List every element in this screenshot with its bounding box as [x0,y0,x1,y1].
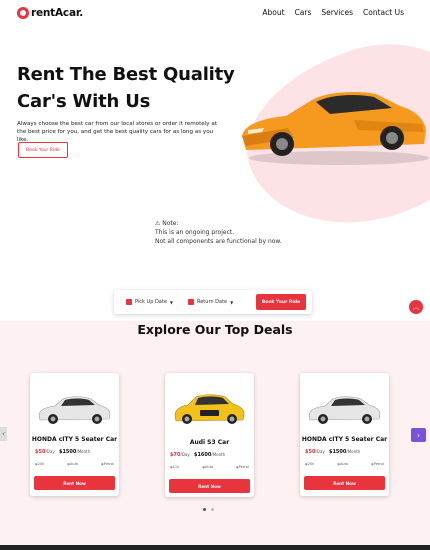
carousel-next-button[interactable]: › [411,428,426,442]
logo[interactable]: rentAcar. [17,7,83,19]
fuel-type: Petrol [236,465,249,469]
hero-car-image [242,92,429,165]
car-image [308,396,381,424]
car-specs: 20k Auto Petrol [305,462,384,466]
hero-title-line1: Rent The Best Quality [17,64,235,85]
caret-down-icon: ▼ [169,299,173,305]
calendar-icon [126,299,132,305]
car-price: $70/Day $1600/Month [170,452,226,458]
rent-now-button[interactable]: Rent Now [34,476,115,490]
nav-item-cars[interactable]: Cars [295,8,312,17]
car-image [38,396,111,424]
nav-item-services[interactable]: Services [321,8,353,17]
transmission: Auto [67,462,78,466]
note-line2: Not all components are functional by now… [155,238,282,245]
fuel-type: Petrol [101,462,114,466]
return-date-label: Return Date [196,299,228,305]
transmission: Auto [337,462,348,466]
pickup-date-dropdown[interactable]: Pick Up Date ▼ [126,299,173,305]
hero-title-line2: Car's With Us [17,91,151,112]
chevron-left-icon: ‹ [2,430,5,438]
carousel-prev-button[interactable]: ‹ [0,427,7,441]
deals-title: Explore Our Top Deals [137,322,293,337]
page: rentAcar. About Cars Services Contact Us… [0,0,430,550]
note-line1: This is an ongoing project. [155,229,235,236]
car-price: $50/Day $1500/Month [35,449,91,455]
carousel-dot-active[interactable] [203,508,206,511]
transmission: Auto [202,465,213,469]
main-nav: About Cars Services Contact Us [262,8,404,17]
car-name: HONDA cITY 5 Seater Car [31,436,118,443]
scroll-top-button[interactable]: ︿ [409,300,423,314]
hero-description: Always choose the best car from our loca… [17,121,218,143]
carousel-dot[interactable] [211,508,214,511]
hero-title: Rent The Best Quality Car's With Us [17,61,235,115]
nav-item-contact[interactable]: Contact Us [363,8,404,17]
car-image [174,394,245,424]
pickup-date-label: Pick Up Date [135,299,167,305]
logo-icon [17,7,29,19]
chevron-right-icon: › [416,430,421,440]
car-name: Audi S3 Car [189,439,230,446]
deal-card: Audi S3 Car $70/Day $1600/Month 11k Auto… [165,373,254,497]
rent-now-button[interactable]: Rent Now [304,476,385,490]
return-date-dropdown[interactable]: Return Date ▼ [187,299,234,305]
mileage: 20k [305,462,315,466]
car-name: HONDA cITY 5 Seater Car [301,436,388,443]
deal-card: HONDA cITY 5 Seater Car $50/Day $1500/Mo… [30,373,119,496]
chevron-up-icon: ︿ [412,303,420,311]
booking-book-ride-button[interactable]: Book Your Ride [256,294,306,310]
note-heading: ⚠ Note: [155,220,179,227]
mileage: 11k [170,465,180,469]
mileage: 20k [35,462,45,466]
fuel-type: Petrol [371,462,384,466]
caret-down-icon: ▼ [230,299,234,305]
rent-now-button[interactable]: Rent Now [169,479,250,493]
hero-book-ride-button[interactable]: Book Your Ride [18,142,68,158]
car-price: $50/Day $1500/Month [305,449,361,455]
deal-card: HONDA cITY 5 Seater Car $50/Day $1500/Mo… [300,373,389,496]
calendar-icon [187,299,194,305]
car-specs: 11k Auto Petrol [170,465,249,469]
logo-text: rentAcar. [31,7,84,19]
nav-item-about[interactable]: About [262,8,284,17]
booking-bar: Pick Up Date ▼ Return Date ▼ Book Your R… [114,290,312,314]
footer [0,545,430,550]
project-note: ⚠ Note: This is an ongoing project. Not … [155,219,282,246]
car-specs: 20k Auto Petrol [35,462,114,466]
